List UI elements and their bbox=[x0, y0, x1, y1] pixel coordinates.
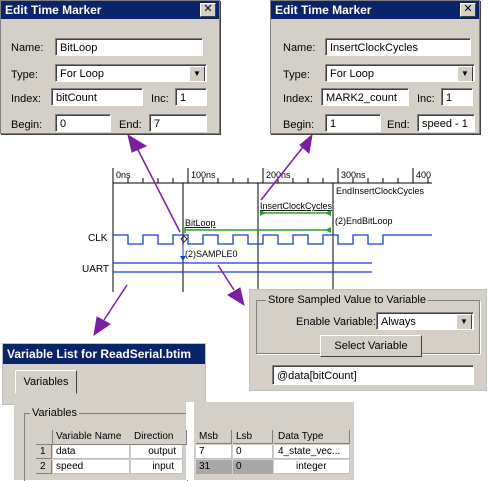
row-number[interactable]: 1 bbox=[36, 445, 52, 459]
table-header-corner bbox=[36, 430, 53, 445]
signal-clk-label[interactable]: CLK bbox=[88, 233, 108, 244]
panel-gap bbox=[186, 402, 194, 480]
cell-variable-name[interactable]: speed bbox=[53, 460, 130, 474]
cell-lsb[interactable]: 0 bbox=[233, 460, 273, 474]
cell-data-type[interactable]: integer bbox=[274, 460, 350, 474]
store-group-label: Store Sampled Value to Variable bbox=[266, 294, 428, 306]
variable-list-window: Variable List for ReadSerial.btim Variab… bbox=[2, 343, 206, 405]
column-header-data-type[interactable]: Data Type bbox=[274, 430, 350, 444]
tab-variables-label: Variables bbox=[23, 376, 69, 388]
sample-diamond-icon[interactable] bbox=[180, 235, 188, 243]
variable-expression-field[interactable]: @data[bitCount] bbox=[272, 365, 474, 385]
select-variable-button[interactable]: Select Variable bbox=[320, 335, 422, 357]
enable-variable-label: Enable Variable: bbox=[296, 316, 376, 328]
sample-label[interactable]: (2)SAMPLE0 bbox=[185, 249, 238, 259]
tick-label-4: 400 bbox=[416, 170, 431, 180]
row-number[interactable]: 2 bbox=[36, 460, 52, 474]
bitloop-label[interactable]: BitLoop bbox=[185, 218, 216, 228]
end-bitloop-label[interactable]: (2)EndBitLoop bbox=[335, 216, 393, 226]
column-header-lsb[interactable]: Lsb bbox=[233, 430, 273, 444]
cell-msb[interactable]: 7 bbox=[196, 445, 232, 459]
column-header-msb[interactable]: Msb bbox=[196, 430, 232, 444]
signal-uart-label[interactable]: UART bbox=[82, 264, 109, 275]
column-header-direction[interactable]: Direction bbox=[131, 430, 187, 445]
column-header-name[interactable]: Variable Name bbox=[53, 430, 134, 445]
cell-msb[interactable]: 31 bbox=[196, 460, 232, 474]
insert-clock-cycles-label[interactable]: InsertClockCycles bbox=[260, 201, 333, 211]
enable-variable-combo[interactable]: Always ▼ bbox=[376, 312, 474, 330]
clk-waveform bbox=[113, 234, 432, 245]
end-insert-clock-cycles-label[interactable]: EndInsertClockCycles bbox=[336, 186, 425, 196]
cell-data-type[interactable]: 4_state_vec... bbox=[274, 445, 350, 459]
tab-variables[interactable]: Variables bbox=[15, 370, 77, 394]
cell-direction[interactable]: output bbox=[131, 445, 183, 459]
chevron-down-icon[interactable]: ▼ bbox=[456, 314, 472, 329]
tick-label-1: 100ns bbox=[191, 170, 216, 180]
cell-variable-name[interactable]: data bbox=[53, 445, 130, 459]
tick-label-0: 0ns bbox=[116, 170, 131, 180]
variables-group-label: Variables bbox=[30, 407, 80, 419]
variable-list-title: Variable List for ReadSerial.btim bbox=[7, 347, 192, 361]
variable-list-title-bar[interactable]: Variable List for ReadSerial.btim bbox=[3, 344, 205, 364]
tick-label-3: 300ns bbox=[341, 170, 366, 180]
cell-direction[interactable]: input bbox=[131, 460, 183, 474]
enable-variable-value: Always bbox=[381, 316, 416, 328]
cell-lsb[interactable]: 0 bbox=[233, 445, 273, 459]
store-sampled-value-panel: Store Sampled Value to Variable Enable V… bbox=[249, 289, 487, 391]
